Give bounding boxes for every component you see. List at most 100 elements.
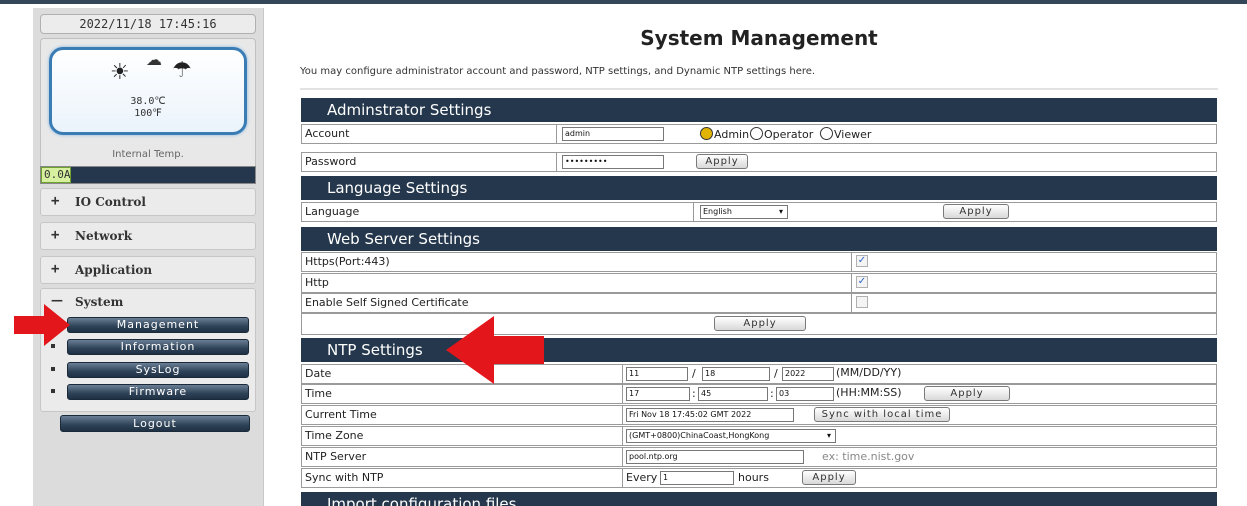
sync-apply-button[interactable]: Apply: [802, 470, 856, 485]
date-separator: /: [774, 367, 778, 380]
section-header-import: Import configuration files: [301, 492, 1217, 506]
time-apply-button[interactable]: Apply: [924, 386, 1010, 401]
red-arrow-icon: [14, 304, 70, 346]
nav-item-firmware[interactable]: Firmware: [67, 384, 249, 400]
cell-divider: [622, 448, 623, 466]
row-webserver-apply: Apply: [301, 313, 1217, 335]
password-input[interactable]: •••••••••: [562, 155, 664, 169]
row-ntp-server: NTP Server pool.ntp.org ex: time.nist.go…: [301, 447, 1217, 467]
current-time-field: Fri Nov 18 17:45:02 GMT 2022: [626, 408, 794, 422]
sync-unit-label: hours: [738, 471, 769, 484]
http-checkbox[interactable]: ✓: [856, 276, 868, 288]
row-https: Https(Port:443) ✓: [301, 252, 1217, 272]
radio-operator[interactable]: [750, 127, 763, 140]
current-meter: 0.0A: [40, 166, 256, 184]
self-signed-checkbox[interactable]: [856, 296, 868, 308]
date-month-input[interactable]: 11: [626, 367, 688, 381]
nav-item-management[interactable]: Management: [67, 317, 249, 333]
sync-ntp-label: Sync with NTP: [305, 471, 384, 484]
time-zone-select[interactable]: (GMT+0800)ChinaCoast,HongKong ▾: [626, 429, 836, 443]
cell-divider: [556, 125, 557, 143]
logout-button[interactable]: Logout: [60, 415, 250, 432]
date-label: Date: [305, 367, 332, 380]
radio-viewer[interactable]: [820, 127, 833, 140]
time-format-hint: (HH:MM:SS): [836, 386, 902, 399]
nav-group-label: Network: [75, 229, 133, 243]
https-label: Https(Port:443): [305, 255, 390, 268]
language-select[interactable]: English ▾: [700, 205, 788, 219]
current-value: 0.0A: [41, 167, 71, 183]
radio-admin-label: Admin: [714, 128, 750, 141]
section-header-webserver: Web Server Settings: [301, 227, 1217, 251]
admin-apply-button[interactable]: Apply: [696, 154, 748, 169]
cell-divider: [556, 153, 557, 171]
row-time: Time 17 : 45 : 03 (HH:MM:SS) Apply: [301, 384, 1217, 404]
sync-local-time-button[interactable]: Sync with local time: [814, 407, 950, 422]
time-second-input[interactable]: 03: [776, 387, 834, 401]
bullet-icon: [51, 367, 55, 371]
radio-admin[interactable]: [700, 127, 713, 140]
divider: [300, 88, 1218, 90]
account-label: Account: [305, 127, 350, 140]
expand-icon: +: [51, 261, 60, 277]
expand-icon: +: [51, 227, 60, 243]
nav-group-network[interactable]: + Network: [40, 222, 256, 250]
page-title: System Management: [640, 26, 878, 50]
date-separator: /: [692, 367, 696, 380]
nav-group-system: — System Management Information SysLog F…: [40, 288, 256, 412]
nav-group-label: IO Control: [75, 195, 146, 209]
http-label: Http: [305, 276, 329, 289]
nav-group-label[interactable]: System: [75, 295, 123, 309]
row-current-time: Current Time Fri Nov 18 17:45:02 GMT 202…: [301, 405, 1217, 425]
ntp-server-input[interactable]: pool.ntp.org: [626, 450, 804, 464]
language-value: English: [703, 207, 732, 216]
webserver-apply-button[interactable]: Apply: [714, 316, 806, 331]
row-sync-ntp: Sync with NTP Every 1 hours Apply: [301, 468, 1217, 488]
temperature-panel: ☀ ☁ ☂ 38.0℃ 100℉ Internal Temp.: [40, 38, 256, 184]
date-year-input[interactable]: 2022: [782, 367, 834, 381]
date-format-hint: (MM/DD/YY): [836, 366, 902, 379]
time-zone-label: Time Zone: [305, 429, 364, 442]
time-separator: :: [692, 387, 696, 400]
chevron-down-icon: ▾: [778, 207, 783, 216]
account-input[interactable]: admin: [562, 127, 664, 141]
nav-group-io-control[interactable]: + IO Control: [40, 188, 256, 216]
sync-interval-input[interactable]: 1: [660, 471, 734, 485]
ntp-server-label: NTP Server: [305, 450, 367, 463]
row-time-zone: Time Zone (GMT+0800)ChinaCoast,HongKong …: [301, 426, 1217, 446]
sidebar: 2022/11/18 17:45:16 ☀ ☁ ☂ 38.0℃ 100℉ Int…: [33, 8, 264, 506]
https-checkbox[interactable]: ✓: [856, 255, 868, 267]
cell-divider: [693, 203, 694, 221]
time-label: Time: [305, 387, 332, 400]
section-header-language: Language Settings: [301, 176, 1217, 200]
row-account: Account admin Admin Operator Viewer: [301, 124, 1217, 144]
temp-celsius: 38.0℃: [130, 96, 166, 107]
datetime-display: 2022/11/18 17:45:16: [40, 14, 256, 34]
self-signed-label: Enable Self Signed Certificate: [305, 296, 469, 309]
language-apply-button[interactable]: Apply: [943, 204, 1009, 219]
date-day-input[interactable]: 18: [702, 367, 770, 381]
cell-divider: [851, 294, 852, 312]
internal-temp-label: Internal Temp.: [112, 149, 184, 160]
cell-divider: [622, 469, 623, 487]
nav-item-syslog[interactable]: SysLog: [67, 362, 249, 378]
cell-divider: [622, 385, 623, 403]
umbrella-icon: ☂: [172, 58, 192, 83]
ntp-server-hint: ex: time.nist.gov: [822, 450, 915, 463]
temp-fahrenheit: 100℉: [134, 108, 162, 119]
radio-viewer-label: Viewer: [834, 128, 872, 141]
nav-item-information[interactable]: Information: [67, 339, 249, 355]
chevron-down-icon: ▾: [826, 431, 831, 440]
bullet-icon: [51, 389, 55, 393]
row-self-signed: Enable Self Signed Certificate: [301, 293, 1217, 313]
row-date: Date 11 / 18 / 2022 (MM/DD/YY): [301, 364, 1217, 384]
row-language: Language English ▾ Apply: [301, 202, 1217, 222]
time-minute-input[interactable]: 45: [698, 387, 768, 401]
nav-group-application[interactable]: + Application: [40, 256, 256, 284]
time-hour-input[interactable]: 17: [626, 387, 690, 401]
expand-icon: +: [51, 193, 60, 209]
nav-group-label: Application: [75, 263, 153, 277]
cell-divider: [622, 427, 623, 445]
row-http: Http ✓: [301, 273, 1217, 293]
sync-every-label: Every: [626, 471, 658, 484]
